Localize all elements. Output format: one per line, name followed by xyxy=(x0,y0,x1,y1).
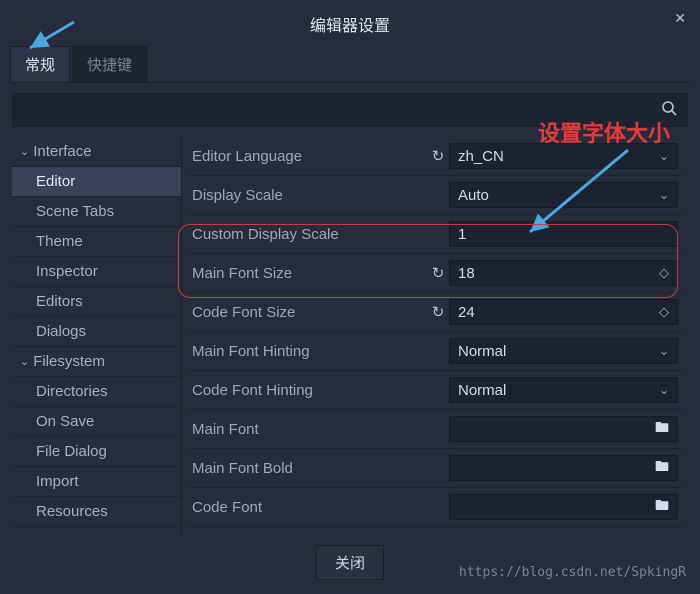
setting-label: Main Font Bold xyxy=(192,460,427,477)
sidebar-item-import[interactable]: Import xyxy=(12,467,181,497)
titlebar: 编辑器设置 ✕ xyxy=(10,8,690,46)
row-dim-editor-popup: Dim Editor On Dialog Popup ✔启用 xyxy=(188,527,682,535)
folder-icon[interactable]: 🖿 xyxy=(655,495,669,519)
chevron-down-icon: ⌄ xyxy=(659,149,669,163)
row-display-scale: Display Scale Auto⌄ xyxy=(188,176,682,215)
row-main-font-hinting: Main Font Hinting Normal⌄ xyxy=(188,332,682,371)
setting-label: Main Font xyxy=(192,421,427,438)
chevron-down-icon: ⌄ xyxy=(659,383,669,397)
reset-icon[interactable]: ↻ xyxy=(427,303,449,321)
main-font-size-spinner[interactable]: 18◇ xyxy=(449,260,678,286)
sidebar-item-file-dialog[interactable]: File Dialog xyxy=(12,437,181,467)
sidebar-item-editor[interactable]: Editor xyxy=(12,167,181,197)
sidebar-item-resources[interactable]: Resources xyxy=(12,497,181,527)
setting-label: Custom Display Scale xyxy=(192,226,427,243)
settings-panel: Editor Language ↻ zh_CN⌄ Display Scale A… xyxy=(182,137,688,535)
main-font-file-picker[interactable]: 🖿 xyxy=(449,416,678,442)
code-font-file-picker[interactable]: 🖿 xyxy=(449,494,678,520)
display-scale-dropdown[interactable]: Auto⌄ xyxy=(449,182,678,208)
row-code-font-hinting: Code Font Hinting Normal⌄ xyxy=(188,371,682,410)
setting-label: Main Font Hinting xyxy=(192,343,427,360)
search-input[interactable] xyxy=(23,102,661,118)
reset-icon[interactable]: ↻ xyxy=(427,147,449,165)
spinner-icon[interactable]: ◇ xyxy=(659,304,669,320)
sidebar-item-file-server[interactable]: File Server xyxy=(12,527,181,535)
close-button[interactable]: 关闭 xyxy=(316,545,384,580)
sidebar-item-dialogs[interactable]: Dialogs xyxy=(12,317,181,347)
main-area: ⌄Interface Editor Scene Tabs Theme Inspe… xyxy=(12,137,688,535)
tab-general[interactable]: 常规 xyxy=(10,46,70,82)
editor-settings-window: 编辑器设置 ✕ 常规 快捷键 ⌄Interface Editor Scene T… xyxy=(0,0,700,594)
editor-language-dropdown[interactable]: zh_CN⌄ xyxy=(449,143,678,169)
chevron-down-icon: ⌄ xyxy=(659,188,669,202)
setting-label: Display Scale xyxy=(192,187,427,204)
category-interface[interactable]: ⌄Interface xyxy=(12,137,181,167)
custom-display-scale-input[interactable]: 1 xyxy=(449,221,678,247)
row-editor-language: Editor Language ↻ zh_CN⌄ xyxy=(188,137,682,176)
category-filesystem[interactable]: ⌄Filesystem xyxy=(12,347,181,377)
main-font-bold-file-picker[interactable]: 🖿 xyxy=(449,455,678,481)
window-close-button[interactable]: ✕ xyxy=(674,10,686,27)
setting-label: Main Font Size xyxy=(192,265,427,282)
sidebar-item-editors[interactable]: Editors xyxy=(12,287,181,317)
sidebar-item-directories[interactable]: Directories xyxy=(12,377,181,407)
row-code-font-size: Code Font Size ↻ 24◇ xyxy=(188,293,682,332)
sidebar-item-scene-tabs[interactable]: Scene Tabs xyxy=(12,197,181,227)
code-font-hinting-dropdown[interactable]: Normal⌄ xyxy=(449,377,678,403)
watermark: https://blog.csdn.net/SpkingR xyxy=(459,565,686,580)
folder-icon[interactable]: 🖿 xyxy=(655,456,669,480)
folder-icon[interactable]: 🖿 xyxy=(655,417,669,441)
setting-label: Editor Language xyxy=(192,148,427,165)
search-bar[interactable] xyxy=(12,93,688,127)
row-main-font-size: Main Font Size ↻ 18◇ xyxy=(188,254,682,293)
chevron-down-icon: ⌄ xyxy=(659,344,669,358)
reset-icon[interactable]: ↻ xyxy=(427,264,449,282)
caret-down-icon: ⌄ xyxy=(20,145,29,158)
sidebar-item-inspector[interactable]: Inspector xyxy=(12,257,181,287)
sidebar: ⌄Interface Editor Scene Tabs Theme Inspe… xyxy=(12,137,182,535)
search-icon xyxy=(661,100,677,120)
spinner-icon[interactable]: ◇ xyxy=(659,265,669,281)
setting-label: Code Font Size xyxy=(192,304,427,321)
main-font-hinting-dropdown[interactable]: Normal⌄ xyxy=(449,338,678,364)
row-main-font-bold: Main Font Bold 🖿 xyxy=(188,449,682,488)
sidebar-item-theme[interactable]: Theme xyxy=(12,227,181,257)
sidebar-item-on-save[interactable]: On Save xyxy=(12,407,181,437)
setting-label: Code Font Hinting xyxy=(192,382,427,399)
code-font-size-spinner[interactable]: 24◇ xyxy=(449,299,678,325)
row-custom-display-scale: Custom Display Scale 1 xyxy=(188,215,682,254)
tab-shortcuts[interactable]: 快捷键 xyxy=(72,46,147,82)
dim-editor-checkbox[interactable]: ✔启用 xyxy=(449,533,678,535)
setting-label: Code Font xyxy=(192,499,427,516)
caret-down-icon: ⌄ xyxy=(20,355,29,368)
row-main-font: Main Font 🖿 xyxy=(188,410,682,449)
tabs: 常规 快捷键 xyxy=(10,46,690,83)
row-code-font: Code Font 🖿 xyxy=(188,488,682,527)
window-title: 编辑器设置 xyxy=(310,18,390,35)
